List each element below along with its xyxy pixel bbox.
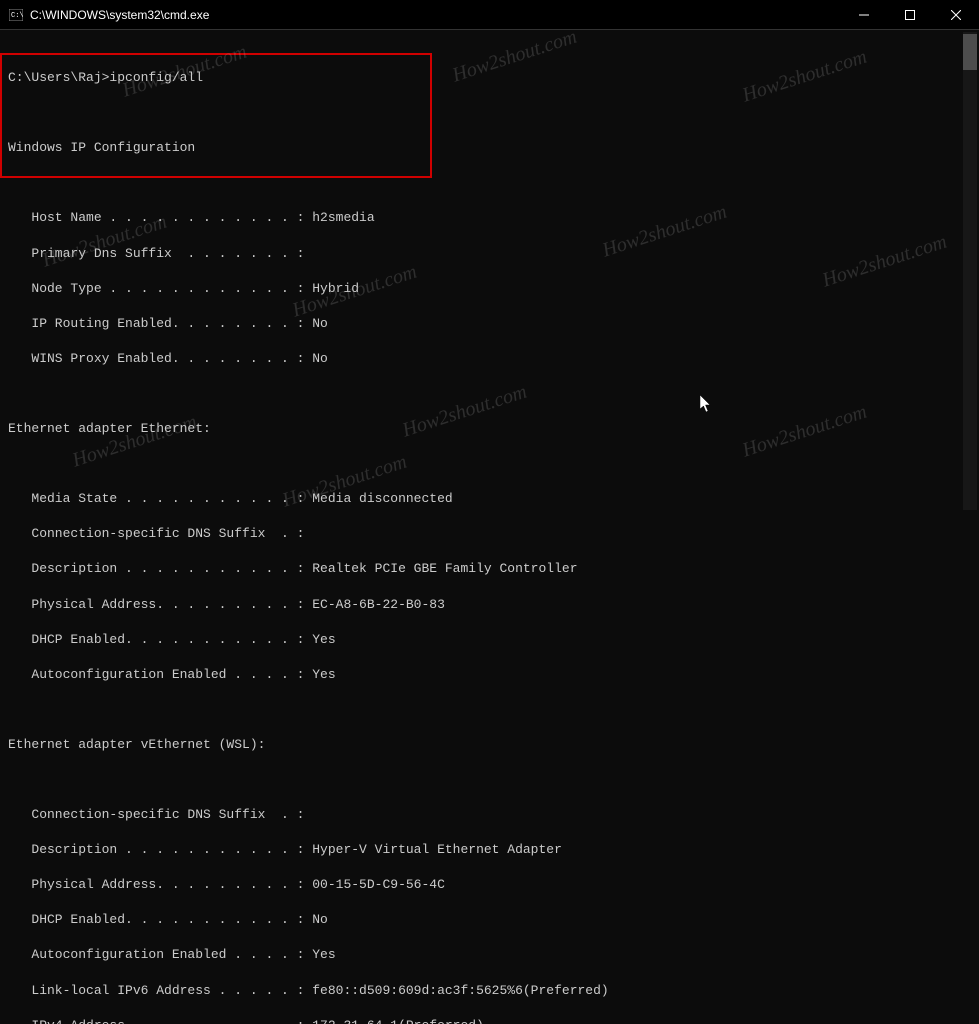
output-row: Connection-specific DNS Suffix . : — [8, 806, 971, 824]
output-row: Physical Address. . . . . . . . . : EC-A… — [8, 596, 971, 614]
link-local-value: fe80::d509:609d:ac3f:5625%6(Preferred) — [312, 983, 608, 998]
blank-line — [8, 385, 971, 403]
vertical-scrollbar[interactable] — [963, 32, 977, 510]
window-title: C:\WINDOWS\system32\cmd.exe — [30, 8, 841, 22]
cmd-icon: C:\ — [8, 7, 24, 23]
svg-text:C:\: C:\ — [11, 12, 23, 20]
output-row: Physical Address. . . . . . . . . : 00-1… — [8, 876, 971, 894]
close-button[interactable] — [933, 0, 979, 29]
output-row: DHCP Enabled. . . . . . . . . . . : No — [8, 911, 971, 929]
wins-proxy-value: No — [312, 351, 328, 366]
window-controls — [841, 0, 979, 29]
phys-addr-value: 00-15-5D-C9-56-4C — [312, 877, 445, 892]
output-row: Autoconfiguration Enabled . . . . : Yes — [8, 666, 971, 684]
media-state-value: Media disconnected — [312, 491, 452, 506]
output-row: Connection-specific DNS Suffix . : — [8, 525, 971, 543]
output-row: Media State . . . . . . . . . . . : Medi… — [8, 490, 971, 508]
blank-line — [8, 174, 971, 192]
output-row: Description . . . . . . . . . . . : Real… — [8, 560, 971, 578]
dhcp-value: Yes — [312, 632, 335, 647]
prompt-path: C:\Users\Raj> — [8, 70, 109, 85]
output-row: Host Name . . . . . . . . . . . . : h2sm… — [8, 209, 971, 227]
output-row: IPv4 Address. . . . . . . . . . . : 172.… — [8, 1017, 971, 1024]
host-name-value: h2smedia — [312, 210, 374, 225]
minimize-button[interactable] — [841, 0, 887, 29]
blank-line — [8, 104, 971, 122]
section-header: Ethernet adapter vEthernet (WSL): — [8, 736, 971, 754]
dhcp-value: No — [312, 912, 328, 927]
phys-addr-value: EC-A8-6B-22-B0-83 — [312, 597, 445, 612]
output-row: DHCP Enabled. . . . . . . . . . . : Yes — [8, 631, 971, 649]
output-row: Description . . . . . . . . . . . : Hype… — [8, 841, 971, 859]
output-row: Primary Dns Suffix . . . . . . . : — [8, 245, 971, 263]
section-header: Windows IP Configuration — [8, 139, 971, 157]
output-row: Node Type . . . . . . . . . . . . : Hybr… — [8, 280, 971, 298]
command-text: ipconfig/all — [109, 70, 203, 85]
autoconf-value: Yes — [312, 947, 335, 962]
description-value: Realtek PCIe GBE Family Controller — [312, 561, 577, 576]
maximize-button[interactable] — [887, 0, 933, 29]
blank-line — [8, 701, 971, 719]
prompt-line: C:\Users\Raj>ipconfig/all — [8, 69, 971, 87]
output-row: IP Routing Enabled. . . . . . . . : No — [8, 315, 971, 333]
output-row: Link-local IPv6 Address . . . . . : fe80… — [8, 982, 971, 1000]
ipv4-value: 172.31.64.1(Preferred) — [312, 1018, 484, 1024]
output-row: Autoconfiguration Enabled . . . . : Yes — [8, 946, 971, 964]
terminal-output[interactable]: C:\Users\Raj>ipconfig/all Windows IP Con… — [0, 30, 979, 512]
window-titlebar: C:\ C:\WINDOWS\system32\cmd.exe — [0, 0, 979, 30]
node-type-value: Hybrid — [312, 281, 359, 296]
blank-line — [8, 771, 971, 789]
scroll-thumb[interactable] — [963, 34, 977, 70]
output-row: WINS Proxy Enabled. . . . . . . . : No — [8, 350, 971, 368]
autoconf-value: Yes — [312, 667, 335, 682]
blank-line — [8, 455, 971, 473]
description-value: Hyper-V Virtual Ethernet Adapter — [312, 842, 562, 857]
section-header: Ethernet adapter Ethernet: — [8, 420, 971, 438]
ip-routing-value: No — [312, 316, 328, 331]
